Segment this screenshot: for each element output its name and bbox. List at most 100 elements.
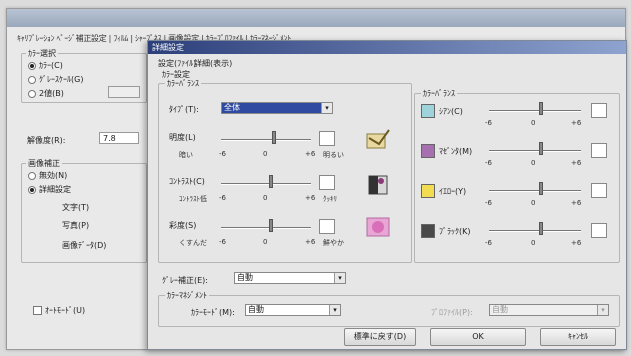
balance-slider[interactable]: [489, 182, 581, 197]
color-option-grayscale[interactable]: ｸﾞﾚｰｽｹｰﾙ(G): [28, 74, 83, 85]
slider-min-tick: -6: [485, 159, 492, 167]
slider-max-tick: +6: [571, 199, 582, 207]
slider-value-box[interactable]: [591, 143, 607, 158]
balance-slider[interactable]: [489, 102, 581, 117]
menu-settings[interactable]: 設定(ﾌｧｲﾙ): [158, 58, 196, 69]
enhance-option-none[interactable]: 無効(N): [28, 170, 67, 181]
radio-selected-icon: [28, 61, 36, 70]
resolution-label: 解像度(R):: [27, 136, 66, 145]
type-label: ﾀｲﾌﾟ(T):: [169, 105, 199, 114]
radio-selected-icon: [28, 185, 36, 194]
color-swatch-icon: [421, 184, 435, 198]
slider-track: [489, 190, 581, 192]
slider-mid-tick: 0: [263, 238, 268, 246]
cancel-button[interactable]: ｷｬﾝｾﾙ: [540, 328, 616, 346]
checkbox-icon: [33, 306, 42, 315]
slider-min-tick: -6: [485, 199, 492, 207]
chevron-down-icon: ▾: [329, 305, 340, 315]
adjust-slider[interactable]: [221, 131, 311, 146]
left-slider-label: 明度(L): [169, 133, 196, 142]
slider-thumb[interactable]: [538, 102, 543, 115]
balance-slider-label: ﾌﾞﾗｯｸ(K): [439, 227, 471, 236]
slider-mid-tick: 0: [531, 199, 536, 207]
radio-icon: [28, 171, 36, 180]
detail-settings-dialog: 詳細設定 設定(ﾌｧｲﾙ) 詳細(表示) ｶﾗｰ設定 ｶﾗｰﾊﾞﾗﾝｽ ﾀｲﾌﾟ…: [147, 40, 627, 350]
slider-value-box[interactable]: [591, 223, 607, 238]
slider-min-caption: ｺﾝﾄﾗｽﾄ低: [179, 195, 207, 203]
color-management-group: ｶﾗｰﾏﾈｼﾞﾒﾝﾄ ｶﾗｰﾓｰﾄﾞ(M): 自動 ▾ ﾌﾟﾛﾌｧｲﾙ(P): …: [158, 290, 620, 327]
adjust-slider[interactable]: [221, 219, 311, 234]
type-dropdown[interactable]: 全体 ▾: [221, 102, 333, 114]
slider-track: [489, 230, 581, 232]
enhance-item-text[interactable]: 文字(T): [62, 202, 89, 213]
threshold-field: [108, 86, 140, 98]
enhance-item-photo[interactable]: 写真(P): [62, 220, 89, 231]
adjust-slider[interactable]: [221, 175, 311, 190]
color-balance-group: ｶﾗｰﾊﾞﾗﾝｽ ｼｱﾝ(C) -6 0 +6 ﾏｾﾞﾝﾀ(M) -6 0 +6 ｲｴﾛｰ(Y)…: [414, 88, 620, 263]
slider-max-tick: +6: [571, 239, 582, 247]
slider-min-tick: -6: [485, 119, 492, 127]
slider-thumb[interactable]: [272, 131, 277, 144]
radio-icon: [28, 75, 36, 84]
slider-thumb[interactable]: [538, 182, 543, 195]
chevron-down-icon: ▾: [334, 273, 345, 283]
slider-track: [221, 183, 311, 185]
slider-mid-tick: 0: [263, 194, 268, 202]
slider-track: [489, 150, 581, 152]
slider-min-tick: -6: [219, 238, 226, 246]
slider-max-caption: 明るい: [323, 151, 344, 159]
slider-value-box[interactable]: [591, 183, 607, 198]
auto-mode-checkbox[interactable]: ｵｰﾄﾓｰﾄﾞ(U): [33, 305, 85, 316]
profile-label: ﾌﾟﾛﾌｧｲﾙ(P):: [431, 308, 473, 317]
slider-min-caption: 暗い: [179, 151, 193, 159]
saturation-image-icon: [365, 216, 391, 242]
color-management-label: ｶﾗｰﾏﾈｼﾞﾒﾝﾄ: [165, 290, 209, 301]
enhance-item-data[interactable]: 画像ﾃﾞｰﾀ(D): [62, 240, 106, 251]
enhance-option-detail[interactable]: 詳細設定: [28, 184, 71, 195]
window-titlebar: [7, 9, 625, 27]
color-balance-label: ｶﾗｰﾊﾞﾗﾝｽ: [421, 88, 457, 99]
color-mode-dropdown[interactable]: 自動 ▾: [245, 304, 341, 316]
balance-slider[interactable]: [489, 142, 581, 157]
enhance-group-label: 画像補正: [26, 158, 62, 169]
slider-mid-tick: 0: [531, 159, 536, 167]
ok-button[interactable]: OK: [430, 328, 526, 346]
color-mode-label: ｶﾗｰﾓｰﾄﾞ(M):: [191, 308, 235, 317]
reset-defaults-button[interactable]: 標準に戻す(D): [344, 328, 416, 346]
slider-mid-tick: 0: [531, 239, 536, 247]
slider-thumb[interactable]: [269, 219, 274, 232]
slider-min-tick: -6: [485, 239, 492, 247]
chevron-down-icon: ▾: [321, 103, 332, 113]
chevron-down-icon: ▾: [597, 305, 608, 315]
color-swatch-icon: [421, 224, 435, 238]
resolution-input[interactable]: 7.8: [99, 132, 139, 144]
slider-thumb[interactable]: [538, 222, 543, 235]
color-option-color[interactable]: ｶﾗｰ(C): [28, 60, 63, 71]
color-adjust-group: ｶﾗｰﾊﾞﾗﾝｽ ﾀｲﾌﾟ(T): 全体 ▾ 明度(L) 暗い -6 0 +6 明るい ｺﾝ…: [158, 78, 412, 263]
menu-detail[interactable]: 詳細(表示): [194, 58, 232, 69]
slider-value-box[interactable]: [319, 131, 335, 146]
slider-min-tick: -6: [219, 150, 226, 158]
slider-mid-tick: 0: [531, 119, 536, 127]
slider-thumb[interactable]: [538, 142, 543, 155]
color-select-label: ｶﾗｰ選択: [26, 48, 58, 59]
gray-correction-dropdown[interactable]: 自動 ▾: [234, 272, 346, 284]
dialog-title: 詳細設定: [148, 41, 626, 54]
slider-max-tick: +6: [305, 194, 316, 202]
slider-value-box[interactable]: [319, 219, 335, 234]
color-option-binary[interactable]: 2値(B): [28, 88, 64, 99]
enhance-group: 画像補正 無効(N) 詳細設定 文字(T) 写真(P) 画像ﾃﾞｰﾀ(D): [21, 158, 147, 263]
slider-thumb[interactable]: [269, 175, 274, 188]
slider-value-box[interactable]: [319, 175, 335, 190]
color-swatch-icon: [421, 104, 435, 118]
balance-slider[interactable]: [489, 222, 581, 237]
profile-dropdown: 自動 ▾: [489, 304, 609, 316]
slider-value-box[interactable]: [591, 103, 607, 118]
gray-correction-label: ｸﾞﾚｰ補正(E):: [162, 276, 208, 285]
left-slider-label: 彩度(S): [169, 221, 197, 230]
balance-slider-label: ｲｴﾛｰ(Y): [439, 187, 467, 196]
radio-icon: [28, 89, 36, 98]
slider-min-tick: -6: [219, 194, 226, 202]
slider-max-tick: +6: [571, 119, 582, 127]
balance-slider-label: ﾏｾﾞﾝﾀ(M): [439, 147, 473, 156]
